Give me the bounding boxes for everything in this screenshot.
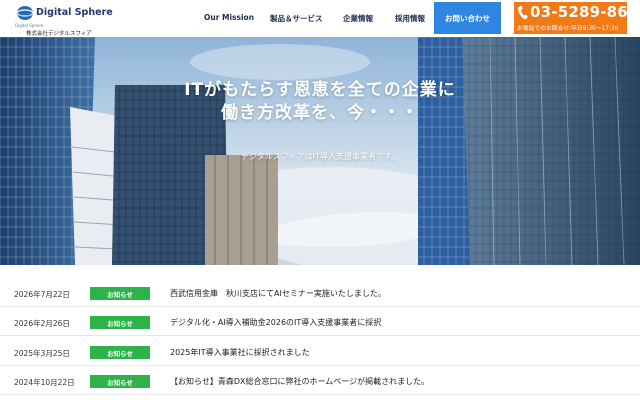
news-date: 2024年10月22日 (14, 378, 75, 387)
news-date: 2025年3月25日 (14, 349, 70, 358)
news-item[interactable]: 2026年7月22日 お知らせ 西武信用金庫 秋川支店にてAIセミナー実施いたし… (0, 278, 640, 307)
phone-number: 03-5289-8601 (530, 3, 640, 21)
news-item[interactable]: 2026年2月26日 お知らせ デジタル化・AI導入補助金2026のIT導入支援… (0, 307, 640, 336)
news-badge: お知らせ (90, 375, 150, 388)
hero-title: ITがもたらす恩恵を全ての企業に 働き方改革を、今・・・ (0, 79, 640, 125)
hero-title-line1: ITがもたらす恩恵を全ての企業に (184, 80, 456, 100)
nav-recruit[interactable]: 採用情報 (395, 13, 425, 24)
phone-hours: お電話でのお問合せ:平日9:30〜17:30 (517, 26, 619, 32)
phone-contact-button[interactable]: 03-5289-8601 お電話でのお問合せ:平日9:30〜17:30 (514, 2, 640, 34)
hero-banner: ITがもたらす恩恵を全ての企業に 働き方改革を、今・・・ デジタルスフィアはIT… (0, 37, 640, 265)
hero-title-line2: 働き方改革を、今・・・ (221, 103, 419, 123)
logo-company-name: 株式会社デジタルスフィア (26, 31, 92, 37)
logo-tagline: Digital Sphere (15, 23, 44, 28)
news-badge: お知らせ (90, 287, 150, 300)
nav-company-info[interactable]: 企業情報 (343, 13, 373, 24)
news-title[interactable]: 【お知らせ】青森DX総合窓口に弊社のホームページが掲載されました。 (170, 376, 429, 387)
news-title[interactable]: 西武信用金庫 秋川支店にてAIセミナー実施いたしました。 (170, 288, 386, 299)
site-logo[interactable]: Digital Sphere Digital Sphere 株式会社デジタルスフ… (14, 4, 134, 37)
news-date: 2026年7月22日 (14, 290, 70, 299)
news-title[interactable]: デジタル化・AI導入補助金2026のIT導入支援事業者に採択 (170, 317, 381, 328)
news-item[interactable]: 2024年10月22日 お知らせ 【お知らせ】青森DX総合窓口に弊社のホームペー… (0, 366, 640, 395)
news-badge: お知らせ (90, 346, 150, 359)
news-badge: お知らせ (90, 316, 150, 329)
phone-icon (518, 6, 528, 20)
contact-button[interactable]: お問い合わせ (434, 2, 501, 34)
news-date: 2026年2月26日 (14, 319, 70, 328)
nav-products-services[interactable]: 製品＆サービス (270, 13, 323, 24)
site-header: Digital Sphere Digital Sphere 株式会社デジタルスフ… (0, 0, 640, 37)
news-item[interactable]: 2025年3月25日 お知らせ 2025年IT導入事業社に採択されました (0, 337, 640, 366)
hero-subtitle: デジタルスフィアはIT導入支援事業者です。 (240, 152, 400, 161)
logo-name: Digital Sphere (36, 7, 113, 18)
nav-our-mission[interactable]: Our Mission (204, 13, 254, 22)
news-title[interactable]: 2025年IT導入事業社に採択されました (170, 347, 310, 358)
